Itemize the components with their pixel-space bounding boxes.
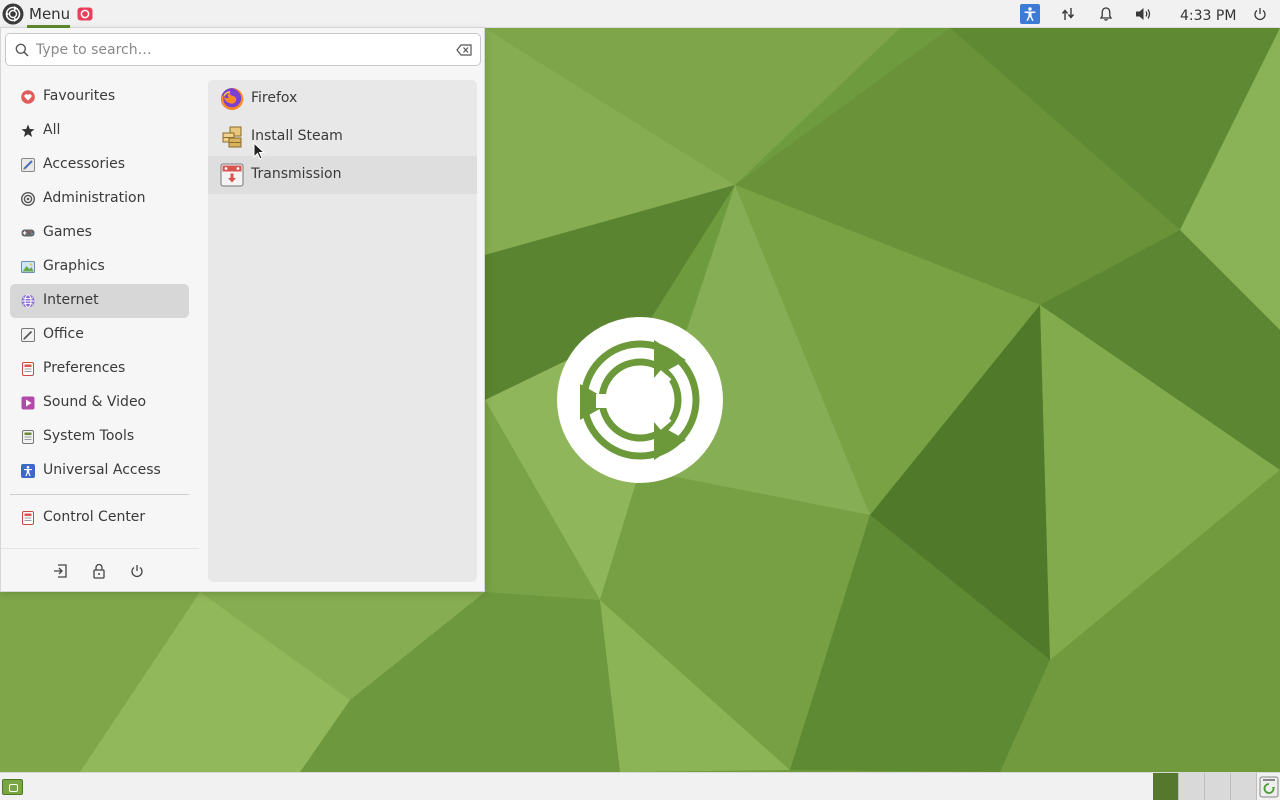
menu-button[interactable]: Menu [0, 0, 72, 28]
notifications-bell-icon[interactable] [1097, 4, 1115, 24]
workspace-4[interactable] [1231, 773, 1257, 800]
app-item-transmission[interactable]: Transmission [208, 156, 477, 194]
category-favourites[interactable]: Favourites [10, 80, 189, 114]
workspace-2[interactable] [1179, 773, 1205, 800]
category-sound-video[interactable]: Sound & Video [10, 386, 189, 420]
clear-search-icon[interactable] [456, 44, 472, 56]
menu-label: Menu [29, 5, 71, 23]
graphics-icon [21, 261, 35, 273]
bottom-panel [0, 772, 1280, 800]
category-list: Favourites All Accessories Administratio… [10, 80, 189, 488]
search-input[interactable] [36, 39, 446, 61]
transmission-icon [220, 163, 244, 187]
workspace-3[interactable] [1205, 773, 1231, 800]
screenshot-launcher-icon[interactable] [77, 6, 93, 22]
category-games[interactable]: Games [10, 216, 189, 250]
app-item-firefox[interactable]: Firefox [208, 80, 477, 118]
power-icon[interactable] [1251, 4, 1269, 24]
category-administration[interactable]: Administration [10, 182, 189, 216]
show-desktop-button[interactable] [2, 779, 23, 795]
heart-icon [21, 90, 35, 104]
steam-installer-icon [222, 126, 242, 148]
mate-logo-icon [2, 3, 24, 25]
category-office[interactable]: Office [10, 318, 189, 352]
category-label: Administration [43, 190, 146, 206]
category-label: Office [43, 326, 84, 342]
logout-icon [54, 564, 67, 578]
lock-screen-button[interactable] [90, 562, 108, 580]
category-label: Accessories [43, 156, 126, 172]
control-center-label: Control Center [43, 509, 146, 525]
games-icon [21, 229, 35, 237]
search-box[interactable] [5, 33, 481, 66]
category-internet[interactable]: Internet [10, 284, 189, 318]
app-label: Transmission [251, 166, 342, 182]
application-list: Firefox Install Steam Transmission [208, 80, 477, 582]
workspace-switcher [1153, 773, 1257, 800]
system-tools-icon [22, 430, 34, 444]
network-icon[interactable] [1059, 4, 1077, 24]
category-accessories[interactable]: Accessories [10, 148, 189, 182]
category-label: Universal Access [43, 462, 161, 478]
control-center-icon [22, 511, 34, 525]
lock-icon [93, 563, 105, 579]
search-icon [15, 43, 29, 57]
administration-icon [21, 192, 35, 206]
universal-access-icon [21, 464, 35, 478]
star-icon [21, 124, 35, 137]
application-menu: Favourites All Accessories Administratio… [0, 28, 485, 592]
category-label: Sound & Video [43, 394, 147, 410]
category-label: Favourites [43, 88, 116, 104]
power-icon [131, 565, 143, 578]
category-all[interactable]: All [10, 114, 189, 148]
volume-icon[interactable] [1135, 4, 1153, 24]
trash-icon[interactable] [1259, 776, 1279, 798]
sound-video-icon [21, 396, 35, 410]
category-label: Preferences [43, 360, 126, 376]
workspace-1[interactable] [1153, 773, 1179, 800]
category-label: All [43, 122, 61, 138]
clock[interactable]: 4:33 PM [1180, 6, 1236, 26]
mouse-cursor-icon [253, 142, 265, 160]
top-panel: Menu 4:33 PM [0, 0, 1280, 28]
session-buttons [1, 548, 199, 592]
logout-button[interactable] [51, 562, 69, 580]
accessibility-icon[interactable] [1020, 4, 1040, 24]
shutdown-button[interactable] [128, 562, 146, 580]
control-center-item[interactable]: Control Center [10, 501, 189, 535]
category-preferences[interactable]: Preferences [10, 352, 189, 386]
category-label: Games [43, 224, 92, 240]
office-icon [21, 328, 35, 342]
internet-icon [21, 294, 35, 308]
category-graphics[interactable]: Graphics [10, 250, 189, 284]
firefox-icon [221, 87, 244, 110]
control-center-list: Control Center [10, 501, 189, 535]
accessories-icon [21, 158, 35, 172]
category-label: Internet [43, 292, 99, 308]
ubuntu-mate-logo [557, 317, 723, 483]
category-universal-access[interactable]: Universal Access [10, 454, 189, 488]
app-item-install-steam[interactable]: Install Steam [208, 118, 477, 156]
category-system-tools[interactable]: System Tools [10, 420, 189, 454]
preferences-icon [22, 362, 34, 376]
app-label: Firefox [251, 90, 298, 106]
category-separator [10, 494, 189, 495]
category-label: System Tools [43, 428, 135, 444]
category-label: Graphics [43, 258, 105, 274]
